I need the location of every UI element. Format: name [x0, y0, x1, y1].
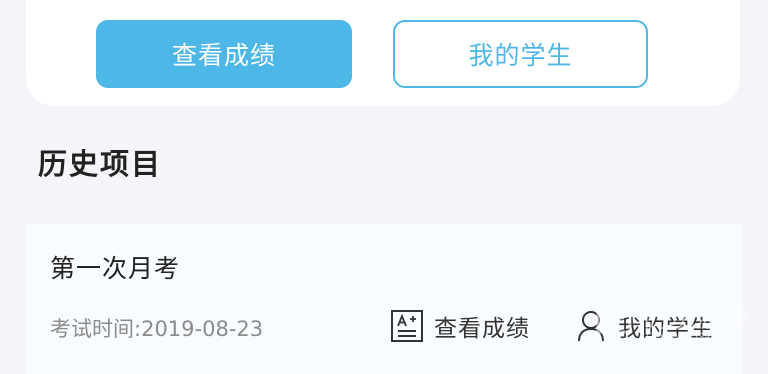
- history-record-card[interactable]: 第一次月考 考试时间:2019-08-23 查看成绩 我的学生: [26, 224, 742, 374]
- exam-time-value: 2019-08-23: [141, 317, 264, 341]
- exam-time-label: 考试时间:: [50, 317, 142, 341]
- record-my-students-label: 我的学生: [618, 316, 714, 342]
- record-exam-time: 考试时间:2019-08-23: [50, 313, 263, 343]
- person-icon: [578, 311, 604, 342]
- my-students-button[interactable]: 我的学生: [393, 20, 648, 88]
- record-my-students-action[interactable]: 我的学生: [576, 306, 714, 346]
- record-title: 第一次月考: [50, 254, 181, 283]
- record-view-scores-action[interactable]: 查看成绩: [390, 306, 530, 346]
- view-scores-button[interactable]: 查看成绩: [96, 20, 352, 88]
- section-title-history: 历史项目: [38, 147, 163, 181]
- grade-sheet-icon: [391, 310, 423, 342]
- record-view-scores-label: 查看成绩: [434, 316, 530, 342]
